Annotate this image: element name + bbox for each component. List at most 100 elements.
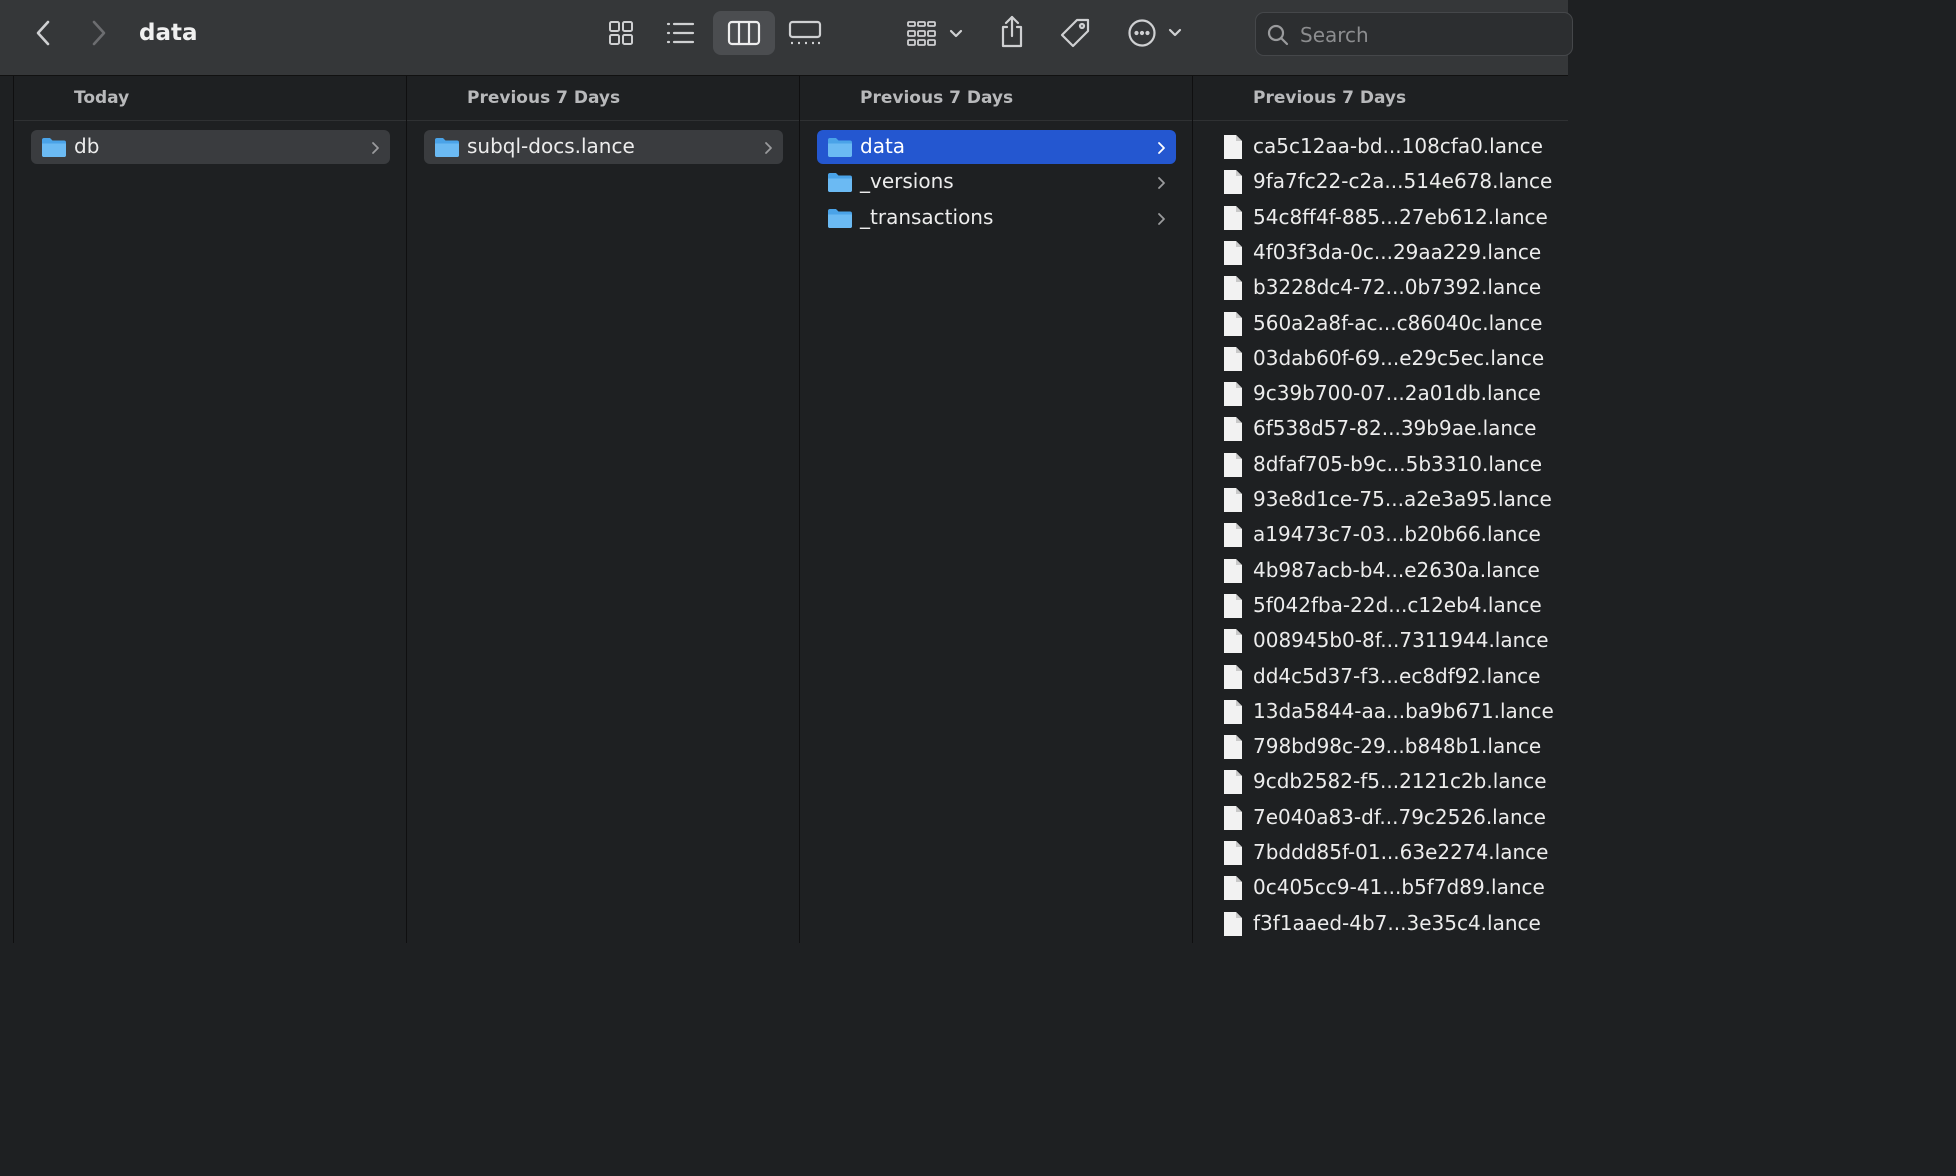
document-icon [1222, 275, 1244, 305]
file-row[interactable]: 13da5844-aa...ba9b671.lance [1210, 695, 1569, 729]
disclosure-chevron-icon [370, 140, 380, 159]
file-row[interactable]: 9c39b700-07...2a01db.lance [1210, 377, 1569, 411]
item-name: a19473c7-03...b20b66.lance [1253, 522, 1541, 547]
folder-icon [827, 207, 853, 233]
file-row[interactable]: 560a2a8f-ac...c86040c.lance [1210, 307, 1569, 341]
folder-icon [42, 138, 66, 157]
tag-button[interactable] [1056, 14, 1094, 52]
document-icon [1224, 558, 1242, 583]
item-name: 9cdb2582-f5...2121c2b.lance [1253, 769, 1547, 794]
column-1: Today db [13, 76, 406, 943]
chevron-right-icon [372, 142, 379, 154]
item-name: 4b987acb-b4...e2630a.lance [1253, 557, 1540, 582]
column-2: Previous 7 Days subql-docs.lance [406, 76, 799, 943]
document-icon [1224, 240, 1242, 265]
item-name: 9fa7fc22-c2a...514e678.lance [1253, 169, 1553, 194]
list-view-button[interactable] [662, 16, 698, 50]
folder-row[interactable]: _versions [817, 165, 1176, 199]
back-button[interactable] [28, 16, 58, 50]
document-icon [1222, 240, 1244, 270]
item-name: 0c405cc9-41...b5f7d89.lance [1253, 875, 1545, 900]
group-by-button[interactable] [904, 16, 968, 50]
file-row[interactable]: f3f1aaed-4b7...3e35c4.lance [1210, 907, 1569, 941]
document-icon [1224, 911, 1242, 936]
document-icon [1222, 628, 1244, 658]
file-row[interactable]: 7e040a83-df...79c2526.lance [1210, 801, 1569, 835]
document-icon [1222, 452, 1244, 482]
file-row[interactable]: 5f042fba-22d...c12eb4.lance [1210, 589, 1569, 623]
file-row[interactable]: a19473c7-03...b20b66.lance [1210, 518, 1569, 552]
file-row[interactable]: 0c405cc9-41...b5f7d89.lance [1210, 871, 1569, 905]
column-2-header-label: Previous 7 Days [467, 88, 621, 108]
file-row[interactable]: 54c8ff4f-885...27eb612.lance [1210, 201, 1569, 235]
document-icon [1222, 699, 1244, 729]
share-button[interactable] [995, 12, 1029, 52]
folder-row[interactable]: db [31, 130, 390, 164]
gallery-view-button[interactable] [786, 16, 824, 50]
item-name: _transactions [860, 204, 994, 229]
file-row[interactable]: 4f03f3da-0c...29aa229.lance [1210, 236, 1569, 270]
item-name: 4f03f3da-0c...29aa229.lance [1253, 239, 1542, 264]
file-row[interactable]: 7bddd85f-01...63e2274.lance [1210, 836, 1569, 870]
folder-row[interactable]: data [817, 130, 1176, 164]
search-input[interactable] [1298, 13, 1562, 57]
chevron-left-icon [36, 20, 50, 46]
forward-button[interactable] [84, 16, 114, 50]
document-icon [1224, 135, 1242, 159]
column-3-header: Previous 7 Days [800, 76, 1192, 121]
item-name: db [74, 134, 100, 158]
folder-icon [828, 208, 852, 228]
file-row[interactable]: 93e8d1ce-75...a2e3a95.lance [1210, 483, 1569, 517]
column-view-button[interactable] [725, 16, 763, 50]
document-icon [1222, 875, 1244, 905]
item-name: 008945b0-8f...7311944.lance [1253, 628, 1549, 653]
folder-icon [827, 171, 853, 197]
folder-icon [828, 138, 852, 157]
gallery-view-icon [788, 20, 822, 45]
document-icon [1224, 311, 1242, 336]
item-name: 9c39b700-07...2a01db.lance [1253, 381, 1541, 406]
more-actions-button[interactable] [1124, 14, 1186, 52]
file-row[interactable]: 4b987acb-b4...e2630a.lance [1210, 554, 1569, 588]
file-row[interactable]: 6f538d57-82...39b9ae.lance [1210, 412, 1569, 446]
document-icon [1222, 734, 1244, 764]
document-icon [1224, 417, 1242, 442]
item-name: dd4c5d37-f3...ec8df92.lance [1253, 663, 1541, 688]
document-icon [1224, 699, 1242, 724]
disclosure-chevron-icon [763, 140, 773, 159]
column-4-header: Previous 7 Days [1193, 76, 1568, 121]
folder-row[interactable]: subql-docs.lance [424, 130, 783, 164]
item-name: 798bd98c-29...b848b1.lance [1253, 734, 1542, 759]
file-row[interactable]: 798bd98c-29...b848b1.lance [1210, 730, 1569, 764]
chevron-right-icon [765, 142, 772, 154]
file-row[interactable]: 008945b0-8f...7311944.lance [1210, 624, 1569, 658]
folder-row[interactable]: _transactions [817, 201, 1176, 235]
column-3: Previous 7 Days data _versions _transactio… [799, 76, 1192, 943]
document-icon [1222, 311, 1244, 341]
file-row[interactable]: dd4c5d37-f3...ec8df92.lance [1210, 660, 1569, 694]
file-row[interactable]: 8dfaf705-b9c...5b3310.lance [1210, 448, 1569, 482]
file-row[interactable]: 03dab60f-69...e29c5ec.lance [1210, 342, 1569, 376]
search-field[interactable] [1255, 12, 1573, 57]
document-icon [1224, 170, 1242, 195]
icon-view-button[interactable] [603, 16, 639, 50]
item-name: 6f538d57-82...39b9ae.lance [1253, 416, 1537, 441]
document-icon [1222, 169, 1244, 199]
document-icon [1224, 452, 1242, 477]
item-name: data [860, 134, 906, 158]
item-name: 54c8ff4f-885...27eb612.lance [1253, 204, 1548, 229]
document-icon [1224, 629, 1242, 654]
column-view-icon [727, 20, 761, 46]
file-row[interactable]: 9cdb2582-f5...2121c2b.lance [1210, 765, 1569, 799]
file-row[interactable]: b3228dc4-72...0b7392.lance [1210, 271, 1569, 305]
item-name: f3f1aaed-4b7...3e35c4.lance [1253, 910, 1541, 935]
document-icon [1224, 664, 1242, 689]
document-icon [1222, 840, 1244, 870]
group-by-icon [907, 21, 963, 46]
toolbar: data [0, 0, 1573, 76]
tag-icon [1060, 18, 1090, 48]
file-row[interactable]: 9fa7fc22-c2a...514e678.lance [1210, 165, 1569, 199]
column-1-header-label: Today [74, 88, 130, 108]
folder-icon [41, 136, 67, 162]
file-row[interactable]: ca5c12aa-bd...108cfa0.lance [1210, 130, 1569, 164]
